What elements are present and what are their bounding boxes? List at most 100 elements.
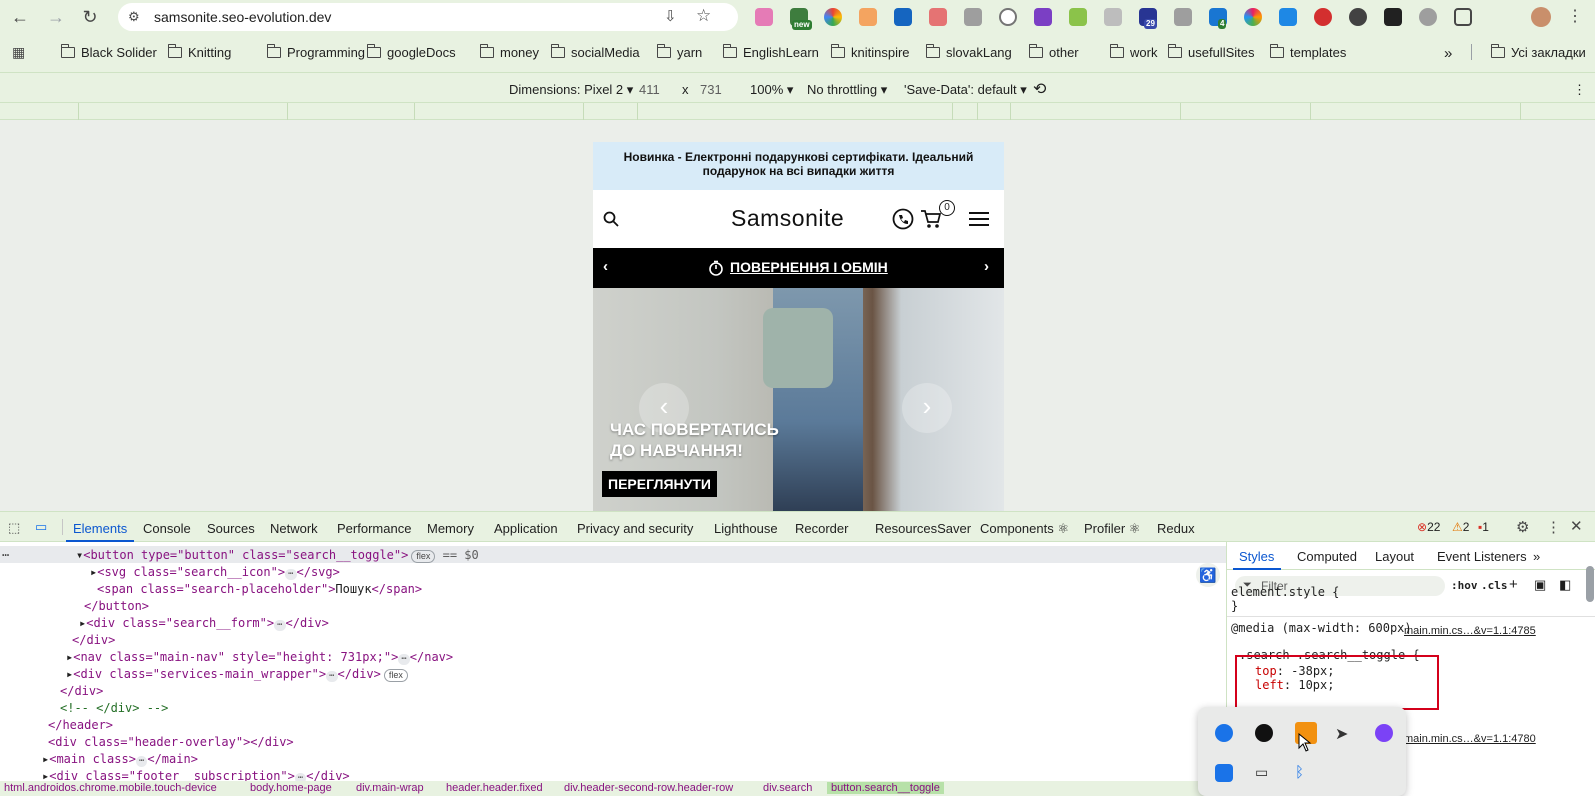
breadcrumb-item[interactable]: div.header-second-row.header-row <box>564 782 733 794</box>
dom-line-nav[interactable]: ▸<nav class="main-nav" style="height: 73… <box>66 650 453 665</box>
dom-line-search-form[interactable]: ▸<div class="search__form"> ⋯ </div> <box>79 616 329 631</box>
profile-avatar[interactable] <box>1531 7 1551 27</box>
collapsed-content-dots[interactable]: ⋯ <box>398 654 410 665</box>
breadcrumb-item-active[interactable]: button.search__toggle <box>827 782 944 794</box>
dom-line-comment[interactable]: <!-- </div> --> <box>60 701 168 716</box>
phone-call-icon[interactable] <box>892 208 914 230</box>
height-input[interactable]: 731 <box>700 82 722 97</box>
promo-banner[interactable]: Новинка - Електронні подарункові сертифі… <box>593 142 1004 190</box>
apps-grid-icon[interactable]: ▦ <box>12 44 25 61</box>
extension-icon[interactable] <box>999 8 1017 26</box>
collapsed-content-dots[interactable]: ⋯ <box>274 620 286 631</box>
extension-icon[interactable] <box>1244 8 1262 26</box>
media-query[interactable]: @media (max-width: 600px) <box>1231 621 1412 635</box>
site-settings-icon[interactable]: ⚙ <box>128 9 140 25</box>
bookmark-folder[interactable]: Knitting <box>167 44 231 60</box>
sidebar-toggle-icon[interactable]: ◧ <box>1559 577 1571 593</box>
tab-application[interactable]: Application <box>494 521 558 536</box>
extension-icon[interactable] <box>859 8 877 26</box>
flex-badge[interactable]: flex <box>411 550 436 563</box>
viber-icon[interactable] <box>1375 724 1393 742</box>
camera-icon[interactable] <box>964 8 982 26</box>
hero-next-arrow-icon[interactable]: › <box>902 383 952 433</box>
tab-performance[interactable]: Performance <box>337 521 411 536</box>
bluetooth-icon[interactable]: ᛒ <box>1295 764 1313 782</box>
bookmark-folder[interactable]: work <box>1109 44 1157 60</box>
telegram-icon[interactable]: ➤ <box>1335 724 1353 743</box>
extension-icon[interactable] <box>929 8 947 26</box>
dom-line-button[interactable]: ▾<button type="button" class="search__to… <box>76 548 479 563</box>
styles-scrollbar[interactable] <box>1586 566 1594 602</box>
prev-chevron-icon[interactable]: ‹ <box>603 258 608 275</box>
samsonite-logo[interactable]: Samsonite <box>731 205 844 232</box>
element-style-rule[interactable]: element.style { <box>1231 585 1339 599</box>
source-link[interactable]: main.min.cs…&v=1.1:4785 <box>1404 624 1536 638</box>
tab-resourcessaver[interactable]: ResourcesSaver <box>875 521 971 536</box>
display-icon[interactable]: ▭ <box>1255 764 1273 782</box>
bookmark-folder[interactable]: knitinspire <box>830 44 910 60</box>
bookmark-folder[interactable]: EnglishLearn <box>722 44 819 60</box>
next-chevron-icon[interactable]: › <box>984 258 989 275</box>
settings-gear-icon[interactable]: ⚙ <box>1516 518 1529 536</box>
reload-icon[interactable]: ↻ <box>81 8 99 26</box>
dom-line-div-close[interactable]: </div> <box>60 684 103 699</box>
throttling-select[interactable]: No throttling ▾ <box>807 82 887 98</box>
hover-state-toggle[interactable]: :hov <box>1451 579 1478 592</box>
source-link[interactable]: main.min.cs…&v=1.1:4780 <box>1404 732 1536 746</box>
tab-sources[interactable]: Sources <box>207 521 255 536</box>
address-bar[interactable]: ⚙ samsonite.seo-evolution.dev ⇩ ☆ <box>118 3 738 31</box>
tab-styles[interactable]: Styles <box>1239 549 1274 564</box>
tab-profiler[interactable]: Profiler ⚛ <box>1084 521 1140 537</box>
errors-counter[interactable]: ⊗22 <box>1417 520 1440 534</box>
bookmark-folder[interactable]: usefullSites <box>1167 44 1254 60</box>
device-select[interactable]: Dimensions: Pixel 2 ▾ <box>509 82 633 98</box>
search-icon[interactable] <box>603 211 619 227</box>
class-toggle[interactable]: .cls <box>1481 579 1508 592</box>
extensions-puzzle-icon[interactable] <box>1454 8 1472 26</box>
tab-components[interactable]: Components ⚛ <box>980 521 1069 537</box>
dom-line-span[interactable]: <span class="search-placeholder">Пошук</… <box>97 582 422 597</box>
bookmarks-overflow-icon[interactable]: » <box>1444 45 1452 62</box>
devtools-more-icon[interactable]: ⋮ <box>1546 518 1561 536</box>
breadcrumb-item[interactable]: div.main-wrap <box>356 782 424 794</box>
extension-icon[interactable] <box>755 8 773 26</box>
hamburger-menu-icon[interactable] <box>969 212 989 226</box>
breadcrumb-item[interactable]: html.androidos.chrome.mobile.touch-devic… <box>4 782 217 794</box>
bookmark-folder[interactable]: other <box>1028 44 1079 60</box>
collapsed-content-dots[interactable]: ⋯ <box>326 671 338 682</box>
tab-computed[interactable]: Computed <box>1297 549 1357 564</box>
tab-redux[interactable]: Redux <box>1157 521 1195 536</box>
bookmark-folder[interactable]: money <box>479 44 539 60</box>
dom-line-svg[interactable]: ▸<svg class="search__icon"> ⋯ </svg> <box>90 565 340 580</box>
returns-link[interactable]: ПОВЕРНЕННЯ І ОБМІН <box>730 259 888 275</box>
bookmark-folder[interactable]: slovakLang <box>925 44 1012 60</box>
dom-line-header-close[interactable]: </header> <box>48 718 113 733</box>
hero-view-button[interactable]: ПЕРЕГЛЯНУТИ <box>602 471 717 497</box>
tray-app-icon[interactable] <box>1215 724 1233 742</box>
breadcrumb-item[interactable]: header.header.fixed <box>446 782 543 794</box>
tab-elements[interactable]: Elements <box>73 521 127 536</box>
extension-icon[interactable] <box>1419 8 1437 26</box>
bookmark-folder[interactable]: socialMedia <box>550 44 640 60</box>
node-menu-dots[interactable]: … <box>2 545 9 560</box>
save-data-select[interactable]: 'Save-Data': default ▾ <box>904 82 1027 98</box>
bookmark-star-icon[interactable]: ☆ <box>696 6 711 26</box>
breadcrumb-item[interactable]: body.home-page <box>250 782 332 794</box>
dom-line-services[interactable]: ▸<div class="services-main_wrapper"> ⋯ </d… <box>66 667 408 682</box>
tab-layout[interactable]: Layout <box>1375 549 1414 564</box>
dom-line-button-close[interactable]: </button> <box>84 599 149 614</box>
bookmark-folder[interactable]: yarn <box>656 44 702 60</box>
close-icon[interactable]: ✕ <box>1570 517 1583 535</box>
media-query-ruler[interactable] <box>0 102 1595 120</box>
back-arrow-icon[interactable]: ← <box>11 8 29 26</box>
extension-icon[interactable] <box>824 8 842 26</box>
more-tabs-icon[interactable]: » <box>1533 549 1540 564</box>
width-input[interactable]: 411 <box>639 82 660 97</box>
collapsed-content-dots[interactable]: ⋯ <box>285 569 297 580</box>
extension-icon[interactable] <box>1034 8 1052 26</box>
rotate-icon[interactable]: ⟲ <box>1033 79 1046 99</box>
extension-icon[interactable] <box>1349 8 1367 26</box>
extension-icon[interactable] <box>1314 8 1332 26</box>
bookmark-folder[interactable]: templates <box>1269 44 1346 60</box>
issues-counter[interactable]: ▪1 <box>1478 520 1489 534</box>
